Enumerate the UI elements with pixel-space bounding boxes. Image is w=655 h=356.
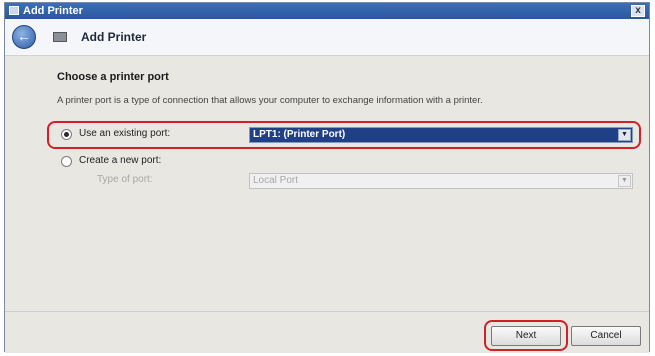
port-type-value: Local Port bbox=[253, 175, 299, 186]
page-heading: Choose a printer port bbox=[57, 71, 169, 83]
close-button[interactable]: x bbox=[631, 5, 645, 17]
existing-port-value: LPT1: (Printer Port) bbox=[253, 129, 346, 140]
add-printer-window: Add Printer x ← Add Printer Choose a pri… bbox=[4, 2, 650, 353]
new-port-label[interactable]: Create a new port: bbox=[79, 155, 161, 166]
printer-app-icon bbox=[9, 6, 19, 15]
page-description: A printer port is a type of connection t… bbox=[57, 95, 483, 106]
next-button[interactable]: Next bbox=[491, 326, 561, 346]
wizard-footer: Next Cancel bbox=[5, 311, 649, 353]
wizard-title: Add Printer bbox=[81, 30, 147, 44]
back-arrow-icon: ← bbox=[17, 28, 31, 44]
cancel-button[interactable]: Cancel bbox=[571, 326, 641, 346]
window-title: Add Printer bbox=[23, 5, 83, 17]
dropdown-arrow-icon: ▼ bbox=[618, 175, 631, 187]
new-port-radio[interactable] bbox=[61, 156, 72, 167]
port-type-select[interactable]: Local Port ▼ bbox=[249, 173, 633, 189]
title-bar: Add Printer x bbox=[5, 3, 649, 19]
printer-icon bbox=[53, 32, 67, 42]
port-type-label: Type of port: bbox=[97, 174, 153, 185]
port-type-row: Type of port: Local Port ▼ bbox=[57, 171, 637, 191]
wizard-header: ← Add Printer bbox=[5, 19, 649, 56]
existing-port-select[interactable]: LPT1: (Printer Port) ▼ bbox=[249, 127, 633, 143]
existing-port-radio[interactable] bbox=[61, 129, 72, 140]
back-button[interactable]: ← bbox=[12, 25, 36, 49]
existing-port-label[interactable]: Use an existing port: bbox=[79, 128, 170, 139]
dropdown-arrow-icon[interactable]: ▼ bbox=[618, 129, 631, 141]
new-port-row: Create a new port: bbox=[57, 152, 637, 172]
existing-port-row: Use an existing port: LPT1: (Printer Por… bbox=[57, 125, 637, 145]
